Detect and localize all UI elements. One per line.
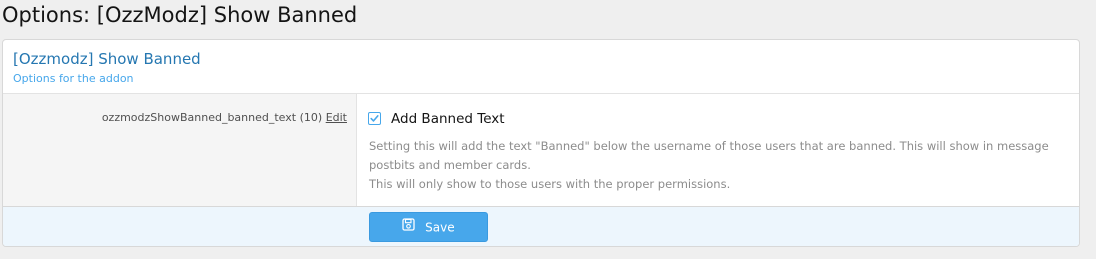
page-title: Options: [OzzModz] Show Banned [2, 3, 358, 27]
checkmark-icon [370, 115, 379, 122]
options-block: [Ozzmodz] Show Banned Options for the ad… [2, 39, 1080, 247]
option-label-column: ozzmodzShowBanned_banned_text (10) Edit [3, 94, 357, 206]
option-label: ozzmodzShowBanned_banned_text (10) Edit [102, 110, 347, 125]
option-row: ozzmodzShowBanned_banned_text (10) Edit … [3, 94, 1079, 206]
option-hint-line: Setting this will add the text "Banned" … [369, 139, 1049, 172]
option-hint-line: This will only show to those users with … [369, 177, 731, 191]
option-name: ozzmodzShowBanned_banned_text [101, 111, 297, 124]
save-button[interactable]: Save [369, 212, 488, 242]
save-icon [402, 213, 415, 241]
block-description: Options for the addon [13, 72, 134, 85]
save-button-label: Save [425, 220, 455, 235]
option-order: (10) [299, 111, 323, 124]
banned-text-checkbox[interactable] [368, 112, 381, 125]
form-footer: Save [3, 206, 1079, 246]
block-header: [Ozzmodz] Show Banned Options for the ad… [3, 40, 1079, 94]
banned-text-checkbox-label[interactable]: Add Banned Text [391, 110, 505, 128]
block-title: [Ozzmodz] Show Banned [13, 50, 201, 68]
option-hint: Setting this will add the text "Banned" … [369, 137, 1069, 194]
option-input-column: Add Banned Text Setting this will add th… [357, 94, 1079, 206]
option-edit-link[interactable]: Edit [326, 111, 347, 124]
